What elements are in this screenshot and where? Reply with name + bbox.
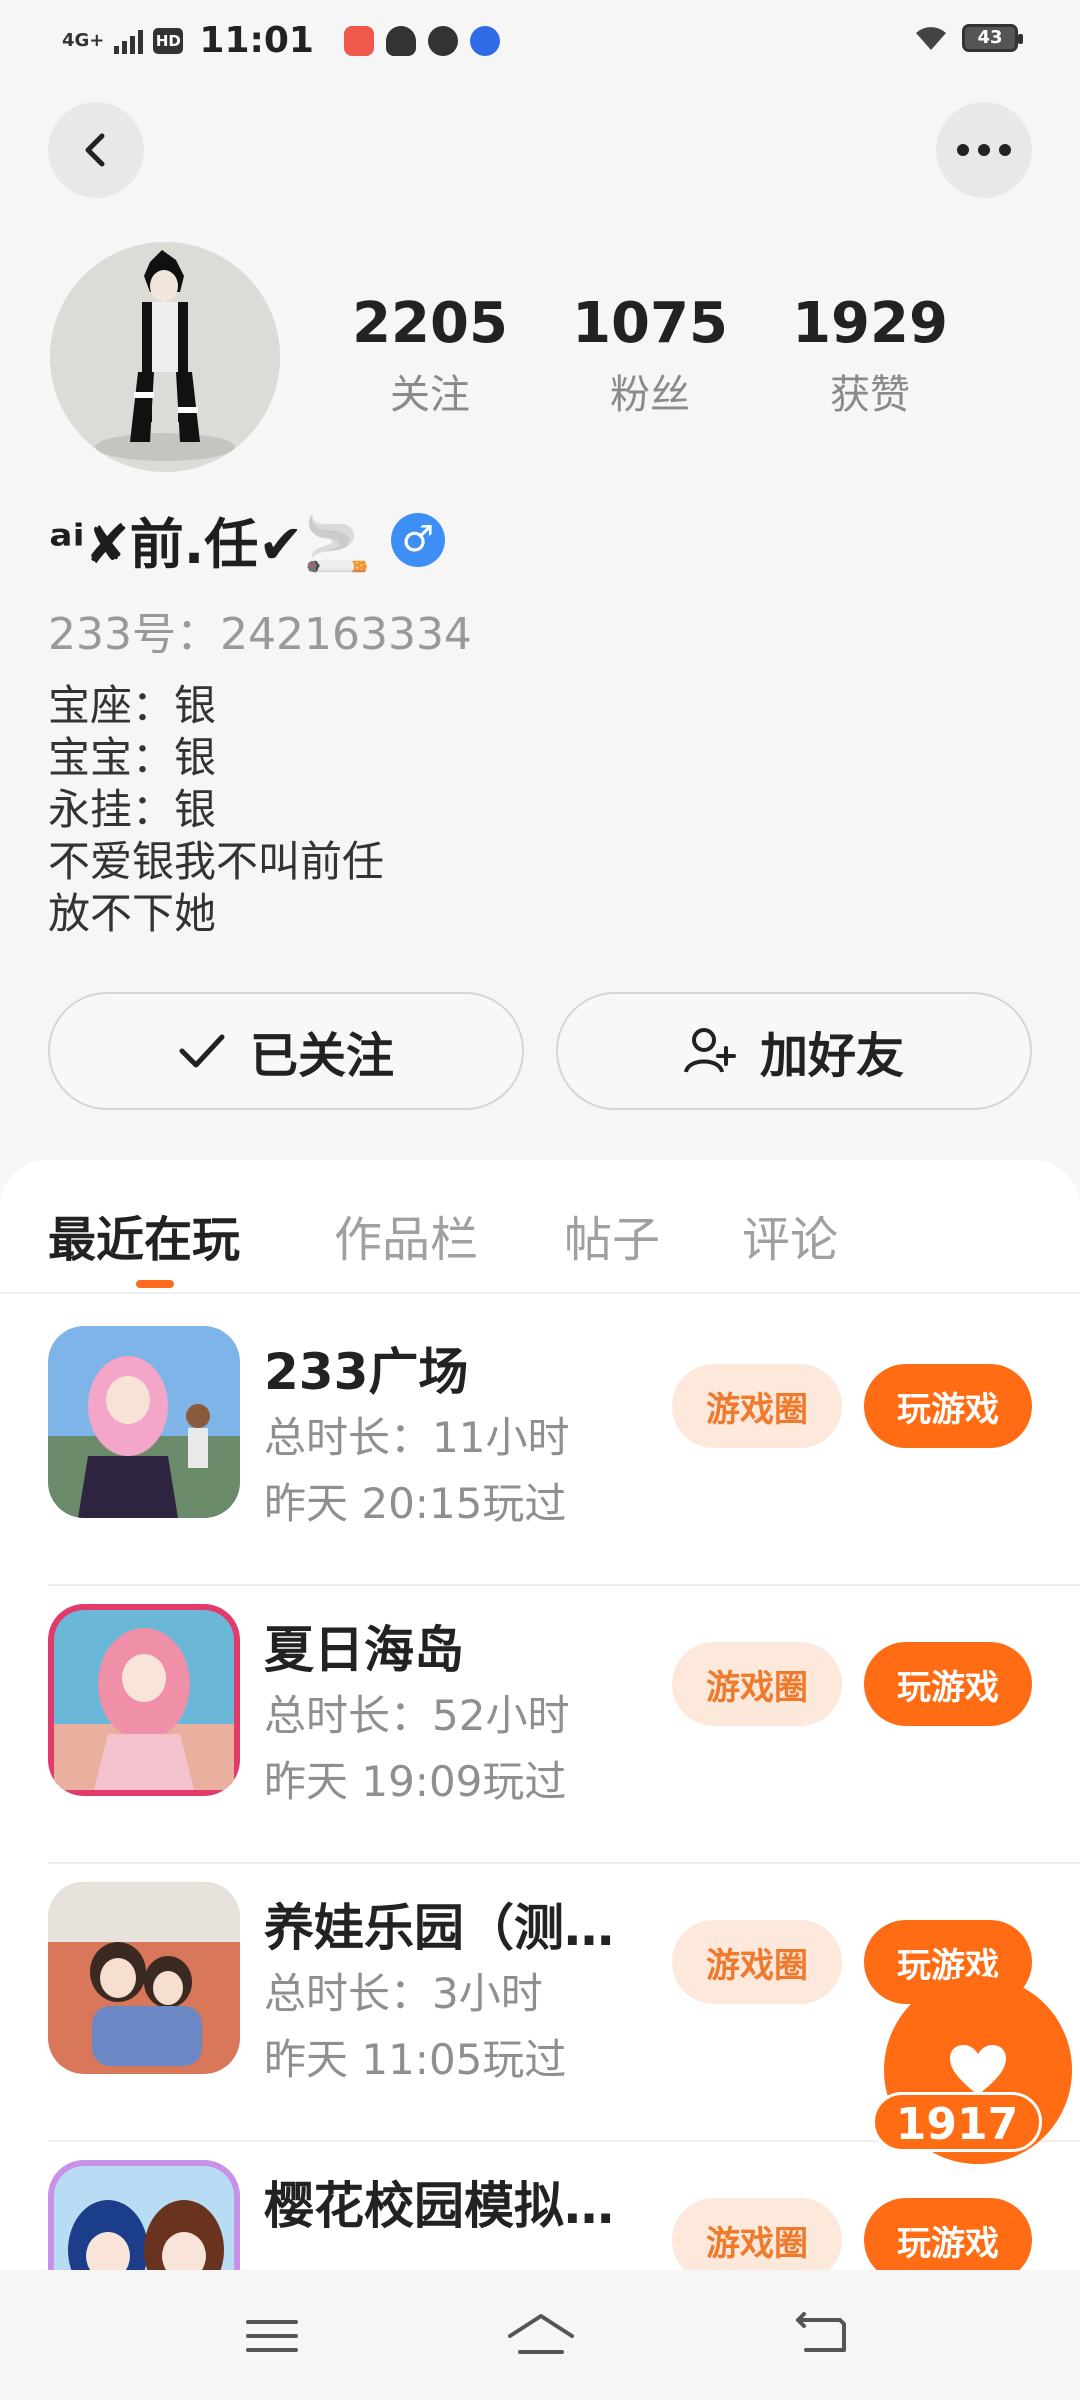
list-item[interactable]: 233广场 总时长：11小时 昨天 20:15玩过 游戏圈 玩游戏 bbox=[48, 1294, 1032, 1574]
wifi-icon bbox=[916, 27, 946, 50]
back-button[interactable] bbox=[48, 102, 144, 198]
stat-likes[interactable]: 1929 获赞 bbox=[760, 292, 980, 420]
profile-stats: 2205 关注 1075 粉丝 1929 获赞 bbox=[320, 292, 980, 420]
game-circle-button[interactable]: 游戏圈 bbox=[672, 1364, 842, 1448]
home-icon bbox=[508, 2314, 574, 2354]
add-friend-label: 加好友 bbox=[759, 1028, 904, 1084]
cloud-icon bbox=[385, 25, 416, 56]
tab-posts[interactable]: 帖子 bbox=[564, 1200, 660, 1270]
list-item[interactable]: 夏日海岛 总时长：52小时 昨天 19:09玩过 游戏圈 玩游戏 bbox=[48, 1572, 1032, 1852]
stat-likes-count: 1929 bbox=[792, 291, 948, 356]
bio-line: 永挂：银 bbox=[48, 785, 217, 834]
avatar-figure-icon bbox=[50, 242, 280, 472]
game-duration: 总时长：52小时 bbox=[264, 1691, 570, 1740]
play-game-button[interactable]: 玩游戏 bbox=[864, 1642, 1032, 1726]
stat-fans-count: 1075 bbox=[572, 291, 728, 356]
profile-tabs: 最近在玩 作品栏 帖子 评论 bbox=[0, 1160, 1080, 1294]
play-game-button[interactable]: 玩游戏 bbox=[864, 2198, 1032, 2270]
baidu-icon bbox=[469, 25, 500, 56]
home-nav-button[interactable] bbox=[506, 2310, 576, 2360]
game-last-played: 昨天 20:15玩过 bbox=[264, 1479, 567, 1528]
game-circle-button[interactable]: 游戏圈 bbox=[672, 1642, 842, 1726]
battery-indicator: 43 bbox=[962, 24, 1023, 52]
system-nav-bar bbox=[0, 2270, 1080, 2400]
tab-works[interactable]: 作品栏 bbox=[334, 1200, 478, 1270]
signal-icon bbox=[114, 28, 144, 54]
list-item[interactable]: 养娃乐园（测… 总时长：3小时 昨天 11:05玩过 游戏圈 玩游戏 bbox=[48, 1850, 1032, 2130]
chevron-left-icon bbox=[85, 133, 105, 167]
followed-button[interactable]: 已关注 bbox=[48, 992, 524, 1110]
back-arrow-icon bbox=[796, 2312, 846, 2352]
game-title: 养娃乐园（测… bbox=[264, 1899, 614, 1957]
status-bar: 4G+ HD 11:01 43 bbox=[0, 0, 1080, 84]
game-title: 夏日海岛 bbox=[264, 1621, 464, 1679]
stat-following-count: 2205 bbox=[352, 291, 508, 356]
app-notification-icon bbox=[343, 25, 374, 56]
tab-indicator bbox=[136, 1280, 174, 1288]
profile-bio: 宝座：银 宝宝：银 永挂：银 不爱银我不叫前任 放不下她 bbox=[48, 680, 384, 940]
more-button[interactable] bbox=[936, 102, 1032, 198]
back-nav-button[interactable] bbox=[792, 2310, 852, 2360]
game-icon bbox=[48, 1326, 240, 1518]
heart-icon bbox=[950, 2045, 1006, 2095]
tab-recently-played[interactable]: 最近在玩 bbox=[48, 1200, 240, 1270]
game-title: 233广场 bbox=[264, 1343, 469, 1401]
stat-following[interactable]: 2205 关注 bbox=[320, 292, 540, 420]
play-notification-icon bbox=[427, 25, 458, 56]
stat-fans-label: 粉丝 bbox=[610, 372, 690, 418]
bio-line: 放不下她 bbox=[48, 889, 217, 938]
clock: 11:01 bbox=[199, 20, 314, 61]
game-duration: 总时长：11小时 bbox=[264, 1413, 570, 1462]
stat-fans[interactable]: 1075 粉丝 bbox=[540, 292, 760, 420]
menu-icon bbox=[246, 2320, 298, 2352]
bio-line: 不爱银我不叫前任 bbox=[48, 837, 385, 886]
stat-likes-label: 获赞 bbox=[830, 372, 910, 418]
user-id: 233号：242163334 bbox=[48, 609, 472, 660]
game-duration: 总时长：3小时 bbox=[264, 1969, 543, 2018]
game-title: 樱花校园模拟… bbox=[264, 2177, 614, 2235]
hd-icon: HD bbox=[153, 27, 184, 54]
play-game-button[interactable]: 玩游戏 bbox=[864, 1364, 1032, 1448]
game-last-played: 昨天 19:09玩过 bbox=[264, 1757, 567, 1806]
game-icon bbox=[48, 1604, 240, 1796]
profile-name-row: ᵃⁱ✘前.任✔🚬 ♂ bbox=[48, 500, 445, 579]
network-type: 4G+ bbox=[62, 29, 105, 51]
stat-following-label: 关注 bbox=[390, 372, 470, 418]
add-user-icon bbox=[684, 1028, 736, 1073]
game-circle-button[interactable]: 游戏圈 bbox=[672, 2198, 842, 2270]
followed-label: 已关注 bbox=[249, 1028, 394, 1084]
bio-line: 宝宝：银 bbox=[48, 733, 217, 782]
profile-actions: 已关注 加好友 bbox=[48, 992, 1032, 1110]
check-icon bbox=[179, 1034, 225, 1068]
profile-name: ᵃⁱ✘前.任✔🚬 bbox=[48, 513, 371, 576]
menu-nav-button[interactable] bbox=[242, 2310, 302, 2360]
game-icon bbox=[48, 1882, 240, 2074]
game-last-played: 昨天 11:05玩过 bbox=[264, 2035, 567, 2084]
gender-male-icon: ♂ bbox=[390, 512, 445, 567]
like-count-badge: 1917 bbox=[872, 2092, 1042, 2152]
game-icon bbox=[48, 2160, 240, 2270]
list-item[interactable]: 樱花校园模拟… 游戏圈 玩游戏 bbox=[48, 2128, 1032, 2270]
bio-line: 宝座：银 bbox=[48, 681, 217, 730]
add-friend-button[interactable]: 加好友 bbox=[556, 992, 1032, 1110]
avatar[interactable] bbox=[50, 242, 280, 472]
more-dots-icon bbox=[957, 144, 1011, 156]
game-circle-button[interactable]: 游戏圈 bbox=[672, 1920, 842, 2004]
tab-comments[interactable]: 评论 bbox=[742, 1200, 838, 1270]
